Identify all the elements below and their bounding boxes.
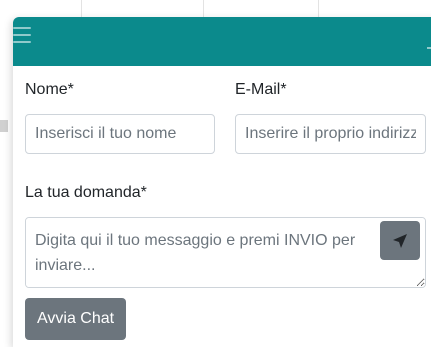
send-button[interactable] (380, 221, 420, 260)
chat-header (13, 17, 431, 66)
message-textarea[interactable] (25, 217, 426, 288)
name-label: Nome* (25, 81, 74, 98)
hamburger-icon[interactable] (13, 27, 31, 43)
name-field[interactable] (25, 114, 215, 154)
start-chat-button[interactable]: Avvia Chat (25, 298, 127, 340)
email-field[interactable] (235, 114, 426, 154)
send-arrow-icon (393, 233, 407, 248)
chat-widget: Nome* E-Mail* La tua domanda* Avvia Chat (13, 17, 431, 347)
email-label: E-Mail* (235, 81, 287, 98)
question-label: La tua domanda* (25, 184, 147, 201)
minimize-icon[interactable] (427, 47, 431, 49)
background-element (0, 120, 8, 132)
